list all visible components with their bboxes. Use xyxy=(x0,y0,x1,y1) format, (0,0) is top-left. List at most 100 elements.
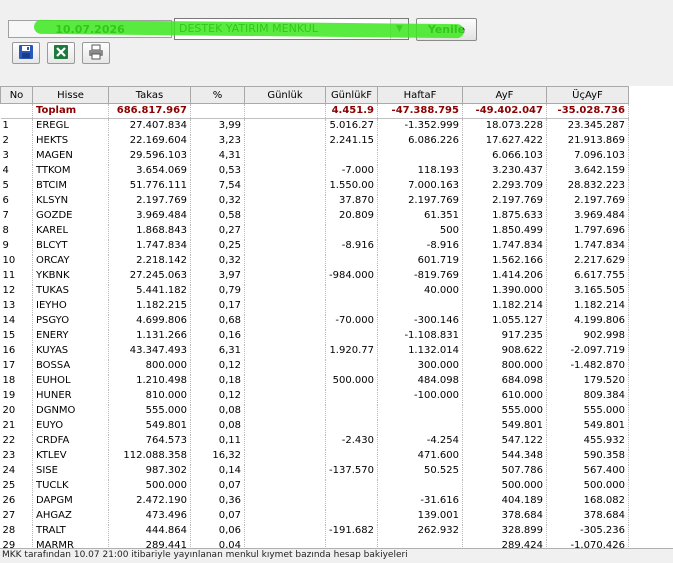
table-cell xyxy=(244,523,326,539)
table-row[interactable]: 4 TTKOM 3.654.069 0,53 -7.000 118.193 3.230.43… xyxy=(0,163,629,179)
ticker-cell: BOSSA xyxy=(32,358,109,374)
date-field[interactable]: 10.07.2026 xyxy=(8,20,172,38)
status-bar: MKK tarafından 10.07 21:00 itibariyle ya… xyxy=(0,548,673,563)
table-cell: 1.131.266 xyxy=(108,328,191,344)
column-header[interactable]: ÜçAyF xyxy=(545,86,629,104)
table-row[interactable]: 13 IEYHO 1.182.215 0,17 1.182.214 1.182.214 xyxy=(0,298,629,314)
table-cell: 37.870 xyxy=(325,193,378,209)
column-header[interactable]: Günlük xyxy=(244,86,326,104)
ticker-cell: ENERY xyxy=(32,328,109,344)
chevron-down-icon[interactable]: ▼ xyxy=(390,19,408,39)
table-row[interactable]: 25 TUCLK 500.000 0,07 500.000 500.000 xyxy=(0,478,629,494)
table-row[interactable]: 29 MARMR 289.441 0,04 289.424 -1.070.426 xyxy=(0,538,629,548)
table-cell: -31.616 xyxy=(377,493,463,509)
print-button[interactable] xyxy=(82,42,110,64)
table-row[interactable]: 26 DAPGM 2.472.190 0,36 -31.616 404.189 168.08… xyxy=(0,493,629,509)
table-cell: 1.920.77 xyxy=(325,343,378,359)
table-row[interactable]: 19 HUNER 810.000 0,12 -100.000 610.000 809.384 xyxy=(0,388,629,404)
table-row[interactable]: 11 YKBNK 27.245.063 3,97 -984.000 -819.769 1.4… xyxy=(0,268,629,284)
excel-export-button[interactable] xyxy=(47,42,75,64)
table-cell: 2.197.769 xyxy=(108,193,191,209)
table-cell: 20.809 xyxy=(325,208,378,224)
table-row[interactable]: 7 GOZDE 3.969.484 0,58 20.809 61.351 1.875.633… xyxy=(0,208,629,224)
table-row[interactable]: 17 BOSSA 800.000 0,12 300.000 800.000 -1.482.8… xyxy=(0,358,629,374)
table-row[interactable]: 1 EREGL 27.407.834 3,99 5.016.27 -1.352.999 18… xyxy=(0,118,629,134)
table-row[interactable]: 18 EUHOL 1.210.498 0,18 500.000 484.098 684.09… xyxy=(0,373,629,389)
total-cell xyxy=(0,103,33,119)
table-row[interactable]: 15 ENERY 1.131.266 0,16 -1.108.831 917.235 902… xyxy=(0,328,629,344)
broker-select-value: DESTEK YATIRIM MENKUL xyxy=(179,22,318,35)
table-cell: 917.235 xyxy=(462,328,547,344)
table-cell xyxy=(325,478,378,494)
table-row[interactable]: 3 MAGEN 29.596.103 4,31 6.066.103 7.096.103 xyxy=(0,148,629,164)
table-cell: 1 xyxy=(0,118,33,134)
table-cell: 0,68 xyxy=(190,313,245,329)
table-cell: 28.832.223 xyxy=(546,178,629,194)
table-cell: 300.000 xyxy=(377,358,463,374)
table-row[interactable]: 24 SISE 987.302 0,14 -137.570 50.525 507.786 56… xyxy=(0,463,629,479)
column-header[interactable]: % xyxy=(190,86,245,104)
table-row[interactable]: 2 HEKTS 22.169.604 3,23 2.241.15 6.086.226 17.… xyxy=(0,133,629,149)
table-row[interactable]: 5 BTCIM 51.776.111 7,54 1.550.00 7.000.163 2.2… xyxy=(0,178,629,194)
table-cell xyxy=(325,328,378,344)
table-cell: 0,18 xyxy=(190,373,245,389)
table-cell xyxy=(244,178,326,194)
toolbar: 10.07.2026 DESTEK YATIRIM MENKUL ▼ Yenil… xyxy=(0,0,673,86)
table-row[interactable]: 16 KUYAS 43.347.493 6,31 1.920.77 1.132.014 90… xyxy=(0,343,629,359)
table-row[interactable]: 21 EUYO 549.801 0,08 549.801 549.801 xyxy=(0,418,629,434)
table-cell: 2.293.709 xyxy=(462,178,547,194)
column-header[interactable]: GünlükF xyxy=(325,86,378,104)
total-cell xyxy=(190,103,245,119)
table-row[interactable]: 12 TUKAS 5.441.182 0,79 40.000 1.390.000 3.165… xyxy=(0,283,629,299)
table-cell: 1.747.834 xyxy=(546,238,629,254)
save-button[interactable] xyxy=(12,42,40,64)
table-row[interactable]: 10 ORCAY 2.218.142 0,32 601.719 1.562.166 2.21… xyxy=(0,253,629,269)
table-cell: 22.169.604 xyxy=(108,133,191,149)
table-cell: 18.073.228 xyxy=(462,118,547,134)
table-cell: 17 xyxy=(0,358,33,374)
refresh-button[interactable]: Yenile xyxy=(416,18,477,41)
table-cell: 3.642.159 xyxy=(546,163,629,179)
table-cell: 1.182.214 xyxy=(462,298,547,314)
table-cell: -984.000 xyxy=(325,268,378,284)
table-row[interactable]: 6 KLSYN 2.197.769 0,32 37.870 2.197.769 2.197.… xyxy=(0,193,629,209)
table-cell: 6.066.103 xyxy=(462,148,547,164)
table-row[interactable]: 9 BLCYT 1.747.834 0,25 -8.916 -8.916 1.747.834… xyxy=(0,238,629,254)
broker-select[interactable]: DESTEK YATIRIM MENKUL ▼ xyxy=(174,18,409,40)
ticker-cell: HEKTS xyxy=(32,133,109,149)
table-cell: 3,23 xyxy=(190,133,245,149)
table-row[interactable]: 27 AHGAZ 473.496 0,07 139.001 378.684 378.684 xyxy=(0,508,629,524)
table-row[interactable]: 20 DGNMO 555.000 0,08 555.000 555.000 xyxy=(0,403,629,419)
table-cell: -1.108.831 xyxy=(377,328,463,344)
table-cell: 549.801 xyxy=(108,418,191,434)
total-row[interactable]: Toplam 686.817.967 4.451.9 -47.388.795 -… xyxy=(0,103,629,119)
table-row[interactable]: 28 TRALT 444.864 0,06 -191.682 262.932 328.899… xyxy=(0,523,629,539)
column-header[interactable]: Hisse xyxy=(32,86,109,104)
total-cell: 686.817.967 xyxy=(108,103,191,119)
table-row[interactable]: 14 PSGYO 4.699.806 0,68 -70.000 -300.146 1.055… xyxy=(0,313,629,329)
table-cell: -191.682 xyxy=(325,523,378,539)
table-cell: 555.000 xyxy=(462,403,547,419)
table-row[interactable]: 23 KTLEV 112.088.358 16,32 471.600 544.348 590… xyxy=(0,448,629,464)
table-row[interactable]: 8 KAREL 1.868.843 0,27 500 1.850.499 1.797.696 xyxy=(0,223,629,239)
table-cell: 987.302 xyxy=(108,463,191,479)
table-cell: 139.001 xyxy=(377,508,463,524)
table-cell xyxy=(377,148,463,164)
column-header[interactable]: No xyxy=(0,86,33,104)
table-row[interactable]: 22 CRDFA 764.573 0,11 -2.430 -4.254 547.122 455… xyxy=(0,433,629,449)
table-cell: 590.358 xyxy=(546,448,629,464)
column-header[interactable]: AyF xyxy=(461,86,547,104)
table-cell: 11 xyxy=(0,268,33,284)
table-cell: 7,54 xyxy=(190,178,245,194)
column-header[interactable]: Takas xyxy=(108,86,191,104)
holdings-grid[interactable]: No Hisse Takas % Günlük GünlükF HaftaF A… xyxy=(0,86,673,548)
table-cell: 6.617.755 xyxy=(546,268,629,284)
table-cell: 118.193 xyxy=(377,163,463,179)
total-cell: -47.388.795 xyxy=(377,103,463,119)
column-header[interactable]: HaftaF xyxy=(376,86,463,104)
table-cell xyxy=(377,418,463,434)
table-cell xyxy=(325,508,378,524)
table-cell xyxy=(244,193,326,209)
table-cell: 0,36 xyxy=(190,493,245,509)
ticker-cell: KTLEV xyxy=(32,448,109,464)
